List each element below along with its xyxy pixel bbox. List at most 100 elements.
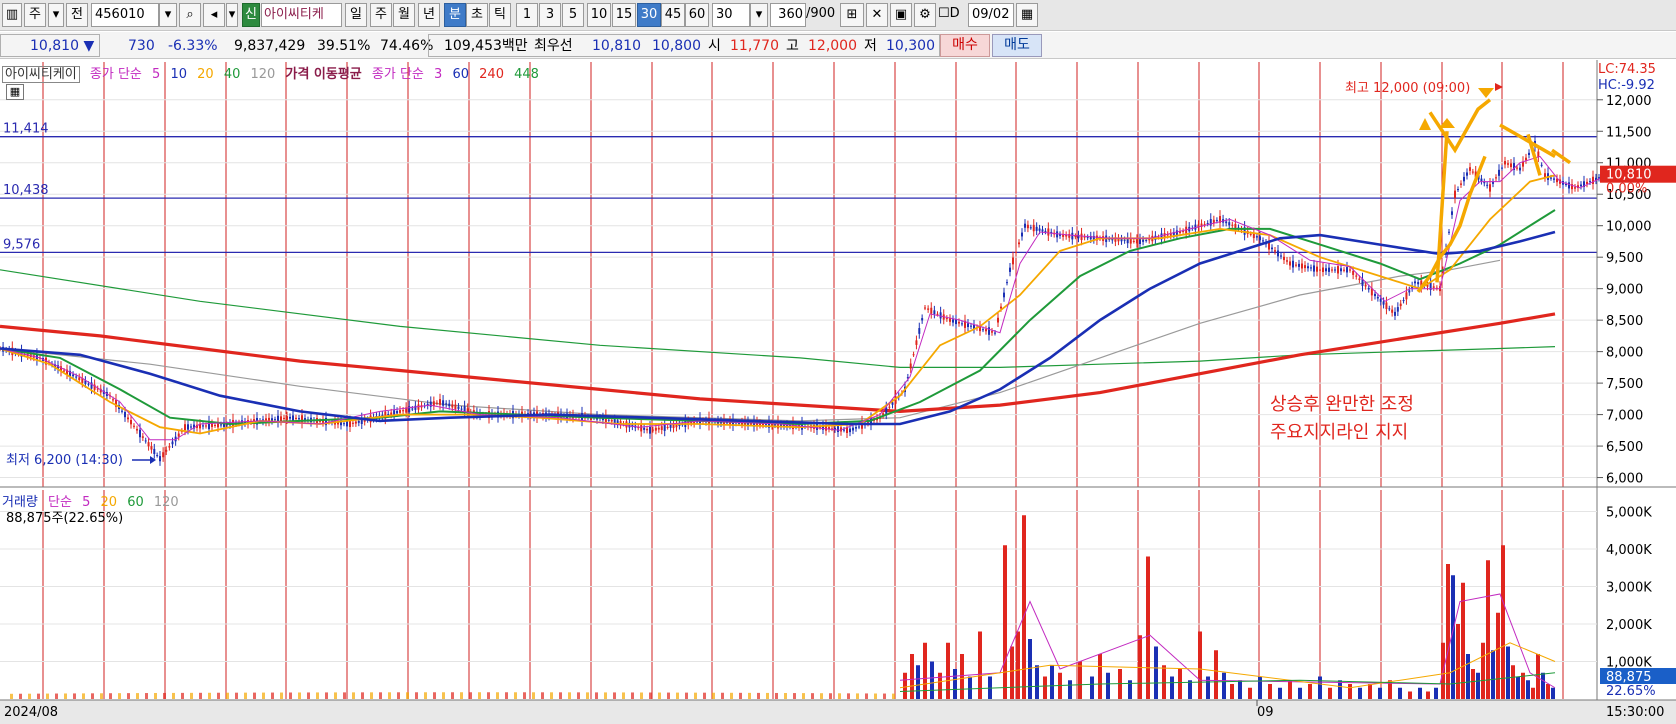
market-dropdown-icon[interactable]: ▾	[48, 3, 64, 27]
candle-body	[1142, 239, 1145, 242]
interval-tab-45[interactable]: 45	[661, 3, 685, 27]
interval-tab-15[interactable]: 15	[612, 3, 636, 27]
market-select[interactable]: 주	[24, 3, 46, 27]
layout-icon[interactable]: ▥	[2, 3, 22, 27]
stock-name-field[interactable]: 아이씨티케	[261, 3, 342, 27]
period-tab-1[interactable]: 주	[370, 3, 392, 27]
price-chart[interactable]: 11,41410,4389,57612,00011,50011,00010,50…	[0, 60, 1676, 724]
buy-button[interactable]: 매수	[940, 34, 990, 57]
volume-bar-small	[118, 693, 121, 699]
candle-body	[451, 404, 454, 408]
best-bid: 10,800	[652, 38, 701, 54]
interval-select[interactable]: 30	[712, 3, 750, 27]
crosshair-icon[interactable]: ✕	[866, 3, 888, 27]
calendar-icon[interactable]: ▦	[1016, 3, 1038, 27]
candle-body	[159, 456, 161, 462]
jeon-button[interactable]: 전	[66, 3, 88, 27]
candle-body	[930, 307, 933, 314]
candle-body	[211, 423, 213, 427]
candle-body	[357, 420, 360, 423]
candle-body	[1486, 184, 1489, 186]
volume-bar-small	[469, 692, 472, 699]
candle-body	[75, 376, 78, 378]
interval-tab-10[interactable]: 10	[587, 3, 611, 27]
volume-bar-small	[811, 693, 814, 699]
code-dropdown-icon[interactable]: ▾	[159, 3, 177, 27]
settings-gear-icon[interactable]: ⚙	[914, 3, 936, 27]
interval-tab-1[interactable]: 1	[516, 3, 538, 27]
candle-body	[280, 416, 282, 422]
stock-code-input[interactable]: 456010	[91, 3, 159, 27]
candle-body	[660, 426, 663, 431]
volume-bar	[1418, 687, 1422, 699]
high-price: 12,000	[808, 38, 857, 54]
candle-body	[87, 383, 90, 385]
candle-body	[1399, 303, 1402, 307]
candle-body	[1504, 161, 1506, 165]
candle-body	[411, 408, 414, 410]
candle-type-icon[interactable]: ⊞	[840, 3, 864, 27]
y-axis-label: 10,000	[1606, 220, 1652, 235]
volume-bar	[1214, 650, 1218, 699]
candle-body	[1038, 228, 1041, 231]
interval-tab-60[interactable]: 60	[685, 3, 709, 27]
candle-body	[144, 440, 147, 442]
volume-bar-small	[190, 692, 193, 699]
candle-body	[1132, 240, 1135, 242]
candle-body	[1586, 181, 1588, 184]
period-tab-2[interactable]: 월	[393, 3, 415, 27]
volume-bar-small	[505, 692, 508, 699]
date-input[interactable]: 09/02	[968, 3, 1014, 27]
candle-body	[1495, 177, 1497, 179]
interval-tab-30[interactable]: 30	[637, 3, 661, 27]
table-icon[interactable]: ▦	[6, 84, 24, 100]
volume-bar-small	[739, 692, 742, 699]
search-icon[interactable]: ⌕	[179, 3, 201, 27]
period-tab-4[interactable]: 분	[444, 3, 466, 27]
candle-body	[147, 442, 150, 447]
volume-bar-small	[784, 693, 787, 699]
speaker-icon[interactable]: ◂	[203, 3, 225, 27]
volume-bar	[1050, 665, 1054, 699]
save-icon[interactable]: ▣	[890, 3, 912, 27]
volume-bar	[1098, 654, 1102, 699]
candle-body	[298, 418, 300, 420]
volume-bar	[1551, 687, 1555, 699]
speaker-dropdown-icon[interactable]: ▾	[226, 3, 238, 27]
date-checkbox[interactable]: ☐D	[938, 3, 972, 27]
volume-bar-small	[361, 692, 364, 699]
interval-tab-3[interactable]: 3	[539, 3, 561, 27]
volume-bar-small	[487, 692, 490, 699]
volume-bar-small	[460, 692, 463, 699]
volume-bar	[1170, 676, 1174, 699]
best-ask: 10,810	[592, 38, 641, 54]
sin-label: 신	[245, 7, 257, 22]
volume-bar	[1466, 654, 1470, 699]
candle-body	[1385, 302, 1388, 310]
volume-bar-small	[172, 692, 175, 699]
volume-bar-small	[55, 693, 58, 699]
date-value: 09/02	[972, 7, 1010, 22]
volume-bar-small	[370, 692, 373, 699]
sin-badge[interactable]: 신	[242, 3, 260, 27]
period-tab-3[interactable]: 년	[418, 3, 440, 27]
period-tab-6[interactable]: 틱	[489, 3, 511, 27]
sell-button[interactable]: 매도	[992, 34, 1042, 57]
volume-bar-small	[658, 692, 661, 699]
volume-current-pct: 22.65%	[1606, 684, 1656, 699]
interval-tab-5[interactable]: 5	[562, 3, 584, 27]
support-label: 10,438	[3, 183, 49, 198]
volume-bar-small	[496, 692, 499, 699]
trade-amount: 109,453백만	[444, 38, 528, 54]
candle-body	[1414, 281, 1416, 284]
candle-body	[1337, 266, 1339, 274]
period-tab-5[interactable]: 초	[466, 3, 488, 27]
candle-body	[837, 426, 839, 433]
legend-ma1-p40: 40	[223, 67, 241, 82]
volume-bar-small	[352, 692, 355, 699]
count-input[interactable]: 360	[770, 3, 806, 27]
interval-dropdown-icon[interactable]: ▾	[750, 3, 768, 27]
period-tab-0[interactable]: 일	[345, 3, 367, 27]
volume-bar-small	[91, 693, 94, 699]
legend-stock-tag[interactable]: 아이씨티케이	[2, 66, 80, 83]
